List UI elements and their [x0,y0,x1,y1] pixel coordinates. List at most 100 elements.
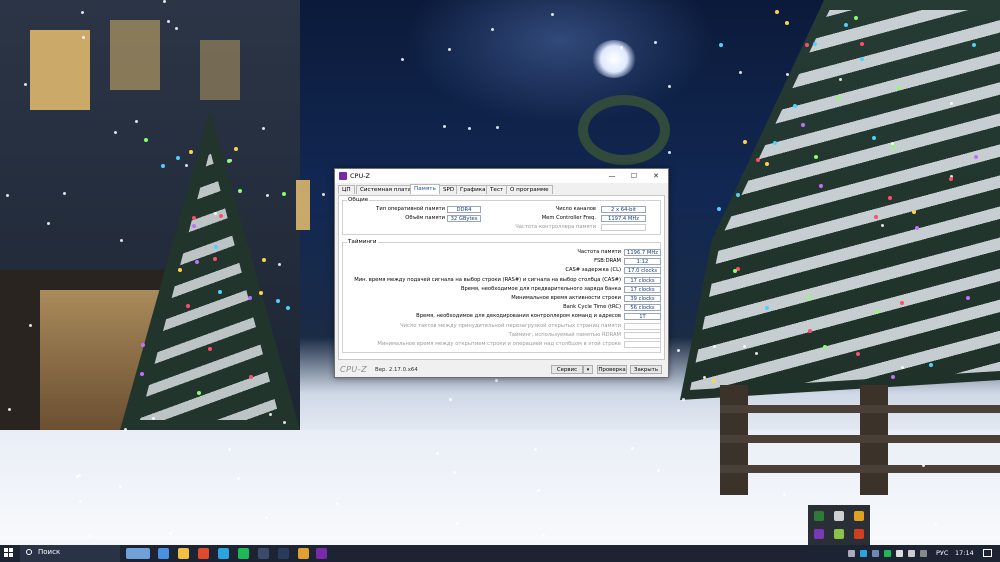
taskbar-search-box[interactable]: Поиск [20,545,120,562]
snowflake [713,345,716,348]
tray-telegram-icon[interactable] [860,550,867,557]
string-light [813,42,817,46]
string-light [823,345,827,349]
chrome-icon[interactable] [198,548,209,559]
nb-freq-value [601,224,646,231]
weather-widget-icon[interactable] [126,548,150,559]
string-light [756,158,760,162]
title-bar[interactable]: CPU-Z — ☐ ✕ [335,169,668,183]
explorer-icon[interactable] [178,548,189,559]
cpuz-window[interactable]: CPU-Z — ☐ ✕ ЦП Системная плата Память SP… [334,168,669,378]
timing-value [624,341,661,348]
string-light [891,145,895,149]
spotify-icon[interactable] [238,548,249,559]
snowflake [922,464,925,467]
string-light [176,156,180,160]
string-light [775,10,779,14]
close-window-button[interactable]: ✕ [645,169,667,183]
tray-chevron-icon[interactable] [848,550,855,557]
snowflake [703,376,706,379]
string-light [929,363,933,367]
string-light [972,43,976,47]
tab-graphics[interactable]: Графика [456,185,490,194]
window-title: CPU-Z [350,172,371,180]
timing-value: 17 clocks [624,285,661,293]
speaker-icon[interactable] [908,550,915,557]
tray-spotify-icon[interactable] [884,550,891,557]
close-button[interactable]: Закрыть [630,365,662,374]
memory-size-label: Объём памяти [405,215,445,221]
notification-icon[interactable] [983,549,992,557]
string-light [837,97,841,101]
snowflake [537,489,540,492]
string-light [282,192,286,196]
snowflake [901,366,904,369]
validate-button[interactable]: Проверка [597,365,627,374]
tray-app-icon[interactable] [872,550,879,557]
string-light [891,375,895,379]
tab-memory[interactable]: Память [410,184,440,194]
wallpaper-lamp [592,40,636,78]
maximize-button[interactable]: ☐ [623,169,645,183]
tab-bench[interactable]: Тест [486,185,508,194]
service-button[interactable]: Сервис [551,365,583,374]
battery-icon[interactable] [920,550,927,557]
red-tray-icon[interactable] [854,529,864,539]
string-light [719,43,723,47]
snowflake [743,345,746,348]
string-light [874,215,878,219]
snowflake [214,212,217,215]
service-dropdown-button[interactable]: ▾ [583,365,593,374]
clock[interactable]: 17:14 [955,549,974,557]
timing-label: Минимальное время между открытием строки… [377,341,621,347]
snowflake [269,413,272,416]
string-light [178,268,182,272]
snowflake [783,493,786,496]
cpuz-taskbar-icon[interactable] [316,548,327,559]
timing-label: Мин. время между подачей сигнала на выбо… [354,276,621,283]
app-tray-icon[interactable] [814,529,824,539]
steam-icon[interactable] [278,548,289,559]
snowflake [265,516,268,519]
app-icon-2[interactable] [298,548,309,559]
string-light [949,177,953,181]
leaf-tray-icon[interactable] [834,529,844,539]
tab-cpu[interactable]: ЦП [338,185,355,194]
chrome-tray-icon[interactable] [854,511,864,521]
string-light [192,224,196,228]
timing-label: Тайминг, используемый памятью RDRAM [508,331,621,338]
timing-value [624,322,661,330]
usb-tray-icon[interactable] [834,511,844,521]
string-light [218,290,222,294]
snowflake [163,0,166,3]
minimize-button[interactable]: — [601,169,623,183]
network-icon[interactable] [896,550,903,557]
snowflake [668,85,671,88]
string-light [712,379,716,383]
string-light [259,291,263,295]
timing-value: 1T [624,313,661,321]
windows-start-icon[interactable] [4,548,14,558]
snowflake [881,224,884,227]
string-light [793,104,797,108]
app-icon-1[interactable] [258,548,269,559]
taskview-icon[interactable] [158,548,169,559]
timing-label: Время, необходимое для предварительного … [460,285,621,292]
memory-panel: Общие Тип оперативной памяти DDR4 Объём … [338,195,665,360]
telegram-icon[interactable] [218,548,229,559]
channels-label: Число каналов [555,206,596,212]
nvidia-tray-icon[interactable] [814,511,824,521]
string-light [717,207,721,211]
string-light [214,245,218,249]
snowflake [496,126,499,129]
string-light [161,164,165,168]
tab-about[interactable]: О программе [506,185,553,194]
snowflake [654,41,657,44]
string-light [189,150,193,154]
tab-mainboard[interactable]: Системная плата [356,185,416,194]
snowflake [29,324,32,327]
language-indicator[interactable]: РУС [936,549,948,557]
string-light [805,43,809,47]
snowflake [443,125,446,128]
snowflake [114,131,117,134]
